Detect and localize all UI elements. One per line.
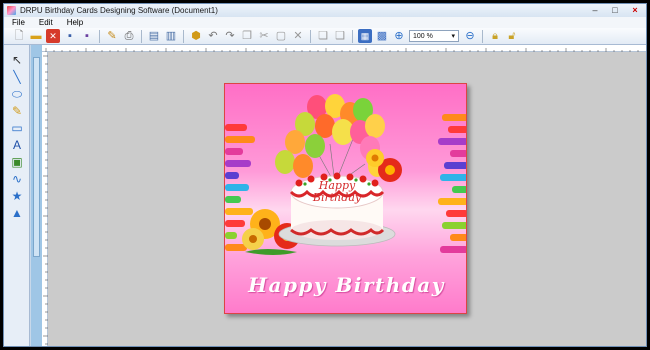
close-button[interactable]: × xyxy=(628,5,642,15)
star-tool[interactable]: ★ xyxy=(9,189,25,203)
minimize-button[interactable]: – xyxy=(588,5,602,15)
maximize-button[interactable]: □ xyxy=(608,5,622,15)
export-icon[interactable]: ▥ xyxy=(164,29,178,43)
toolbar-separator xyxy=(141,29,142,43)
balloons xyxy=(275,94,386,185)
toolbar-separator xyxy=(482,29,483,43)
birthday-card[interactable]: Happy Birthday Happy Birthday xyxy=(224,83,467,314)
image-tool[interactable]: ▣ xyxy=(9,155,25,169)
cut-icon[interactable]: ✂ xyxy=(257,29,271,43)
save-icon[interactable]: ▪ xyxy=(63,29,77,43)
print-icon[interactable]: ⎙ xyxy=(122,29,136,43)
menu-help[interactable]: Help xyxy=(67,18,83,27)
curve-tool[interactable]: ∿ xyxy=(9,172,25,186)
birthday-cake: Happy Birthday xyxy=(278,172,396,247)
new-document-icon[interactable]: 🗋 xyxy=(12,29,26,43)
close-document-icon[interactable]: ✕ xyxy=(46,29,60,43)
email-icon[interactable]: ▤ xyxy=(147,29,161,43)
redo-icon[interactable]: ↷ xyxy=(223,29,237,43)
horizontal-ruler xyxy=(42,45,646,53)
toolbar-separator xyxy=(99,29,100,43)
app-window: DRPU Birthday Cards Designing Software (… xyxy=(3,3,647,347)
unlock-icon[interactable]: 🔓︎ xyxy=(505,29,519,43)
zoom-in-icon[interactable]: ⊕ xyxy=(392,29,406,43)
delete-icon[interactable]: ✕ xyxy=(291,29,305,43)
drawing-tools-panel: ↖ ╲ ⬭ ✎ ▭ A ▣ ∿ ★ ▲ xyxy=(4,45,30,346)
properties-icon[interactable]: ✎ xyxy=(105,29,119,43)
vertical-scrollbar[interactable] xyxy=(31,45,42,346)
title-bar: DRPU Birthday Cards Designing Software (… xyxy=(4,4,646,17)
toolbar-separator xyxy=(352,29,353,43)
pointer-tool[interactable]: ↖ xyxy=(9,53,25,67)
rectangle-tool[interactable]: ▭ xyxy=(9,121,25,135)
triangle-tool[interactable]: ▲ xyxy=(9,206,25,220)
lock-icon[interactable]: 🔒︎ xyxy=(488,29,502,43)
menu-edit[interactable]: Edit xyxy=(39,18,53,27)
text-tool[interactable]: A xyxy=(9,138,25,152)
pencil-tool[interactable]: ✎ xyxy=(9,104,25,118)
cake-text-birthday: Birthday xyxy=(312,191,362,204)
grid-icon[interactable]: ▦ xyxy=(358,29,372,43)
zoom-value: 100 % xyxy=(413,32,433,40)
design-canvas[interactable]: Happy Birthday Happy Birthday xyxy=(48,52,646,346)
open-folder-icon[interactable]: ▬ xyxy=(29,29,43,43)
card-greeting-text: Happy Birthday xyxy=(248,273,445,297)
toolbar-separator xyxy=(310,29,311,43)
zoom-out-icon[interactable]: ⊖ xyxy=(463,29,477,43)
main-toolbar: 🗋 ▬ ✕ ▪ ▪ ✎ ⎙ ▤ ▥ ⬢ ↶ ↷ ❐ ✂ ▢ ✕ ❏ ❑ ▦ ▩ … xyxy=(4,28,646,45)
ellipse-tool[interactable]: ⬭ xyxy=(9,87,25,101)
toolbar-separator xyxy=(183,29,184,43)
line-tool[interactable]: ╲ xyxy=(9,70,25,84)
bring-front-icon[interactable]: ❏ xyxy=(316,29,330,43)
scrollbar-thumb[interactable] xyxy=(33,57,40,257)
menu-file[interactable]: File xyxy=(12,18,25,27)
window-title: DRPU Birthday Cards Designing Software (… xyxy=(20,6,218,15)
copy-icon[interactable]: ❐ xyxy=(240,29,254,43)
snap-icon[interactable]: ▩ xyxy=(375,29,389,43)
right-stripes xyxy=(438,114,466,253)
paint-icon[interactable]: ⬢ xyxy=(189,29,203,43)
menu-bar: File Edit Help xyxy=(4,17,646,28)
undo-icon[interactable]: ↶ xyxy=(206,29,220,43)
chevron-down-icon: ▾ xyxy=(451,33,455,40)
save-as-icon[interactable]: ▪ xyxy=(80,29,94,43)
zoom-select[interactable]: 100 % ▾ xyxy=(409,30,459,42)
paste-icon[interactable]: ▢ xyxy=(274,29,288,43)
app-icon xyxy=(7,6,16,15)
window-controls: – □ × xyxy=(588,5,642,15)
send-back-icon[interactable]: ❑ xyxy=(333,29,347,43)
